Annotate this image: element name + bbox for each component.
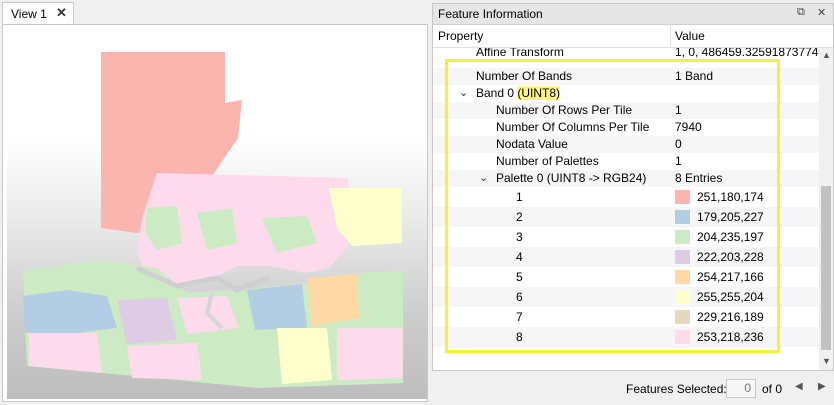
feature-information-panel: Feature Information ⧉ ✕ Property Value A… <box>432 3 834 371</box>
color-swatch <box>675 330 690 344</box>
scroll-up-icon[interactable]: ▲ <box>822 50 831 60</box>
palette-entry-rgb: 179,205,227 <box>697 210 764 224</box>
vertical-scrollbar[interactable]: ▲ ▼ <box>819 48 833 370</box>
property-label: Number Of Rows Per Tile <box>496 103 633 117</box>
color-swatch <box>675 230 690 244</box>
column-value[interactable]: Value <box>675 29 705 43</box>
float-icon[interactable]: ⧉ <box>797 6 805 19</box>
close-icon[interactable]: ✕ <box>817 6 826 19</box>
chevron-down-icon[interactable]: ⌄ <box>479 171 488 184</box>
property-value: 1 <box>675 103 682 117</box>
column-header: Property Value <box>433 25 833 48</box>
view-tabbar: View 1 ✕ <box>0 0 428 26</box>
palette-entry-index: 7 <box>516 310 523 324</box>
panel-titlebar: Feature Information ⧉ ✕ <box>433 4 833 25</box>
color-swatch <box>675 250 690 264</box>
color-swatch <box>675 290 690 304</box>
palette-entry-index: 8 <box>516 330 523 344</box>
next-icon[interactable]: ▶ <box>818 381 826 392</box>
palette-entry-index: 2 <box>516 210 523 224</box>
property-value: 1 Band <box>675 69 714 83</box>
palette-entry-row[interactable]: 2 179,205,227 <box>433 207 819 227</box>
color-swatch <box>675 210 690 224</box>
close-icon[interactable]: ✕ <box>56 5 67 21</box>
property-tree[interactable]: Affine Transform 1, 0, 486459.3259187377… <box>433 48 819 370</box>
palette-entry-row[interactable]: 6 255,255,204 <box>433 287 819 307</box>
map-view[interactable] <box>2 24 428 402</box>
column-property[interactable]: Property <box>438 29 483 43</box>
property-label: Number Of Bands <box>476 69 573 83</box>
color-swatch <box>675 190 690 204</box>
band-type-highlight: (UINT8) <box>517 86 561 100</box>
palette-entry-row[interactable]: 1 251,180,174 <box>433 187 819 207</box>
scroll-thumb[interactable] <box>821 186 831 350</box>
palette-entry-rgb: 204,235,197 <box>697 230 764 244</box>
row-palette-0[interactable]: ⌄ Palette 0 (UINT8 -> RGB24) 8 Entries <box>433 170 819 187</box>
scroll-down-icon[interactable]: ▼ <box>822 356 831 366</box>
property-value: 1, 0, 486459.32591873774, 0 <box>675 48 819 59</box>
tab-view-1[interactable]: View 1 ✕ <box>2 2 74 24</box>
row-number-of-bands[interactable]: Number Of Bands 1 Band <box>433 68 819 85</box>
property-label: Number Of Columns Per Tile <box>496 120 650 134</box>
map-canvas[interactable] <box>7 28 427 399</box>
features-total-label: of 0 <box>762 382 783 396</box>
band-label: Band 0 <box>476 86 515 100</box>
palette-entry-row[interactable]: 3 204,235,197 <box>433 227 819 247</box>
property-label: Band 0 (UINT8) <box>476 86 561 100</box>
palette-entry-rgb: 255,255,204 <box>697 290 764 304</box>
property-label: Nodata Value <box>496 137 568 151</box>
color-swatch <box>675 270 690 284</box>
property-value: 0 <box>675 137 682 151</box>
palette-entry-index: 6 <box>516 290 523 304</box>
column-separator[interactable] <box>670 25 671 47</box>
row-rows-per-tile[interactable]: Number Of Rows Per Tile 1 <box>433 102 819 119</box>
palette-entry-rgb: 254,217,166 <box>697 270 764 284</box>
palette-entry-rgb: 229,216,189 <box>697 310 764 324</box>
property-label: Affine Transform <box>476 48 564 59</box>
palette-entry-index: 5 <box>516 270 523 284</box>
palette-entry-index: 1 <box>516 190 523 204</box>
row-band-0[interactable]: ⌄ Band 0 (UINT8) <box>433 85 819 102</box>
palette-entry-rgb: 253,218,236 <box>697 330 764 344</box>
property-value: 8 Entries <box>675 171 723 185</box>
row-columns-per-tile[interactable]: Number Of Columns Per Tile 7940 <box>433 119 819 136</box>
row-nodata-value[interactable]: Nodata Value 0 <box>433 136 819 153</box>
palette-entry-index: 4 <box>516 250 523 264</box>
palette-entry-index: 3 <box>516 230 523 244</box>
palette-entry-row[interactable]: 7 229,216,189 <box>433 307 819 327</box>
panel-title: Feature Information <box>438 7 543 21</box>
palette-entry-rgb: 222,203,228 <box>697 250 764 264</box>
row-number-of-palettes[interactable]: Number of Palettes 1 <box>433 153 819 170</box>
palette-entry-row[interactable]: 4 222,203,228 <box>433 247 819 267</box>
features-selected-label: Features Selected: <box>626 382 727 396</box>
color-swatch <box>675 310 690 324</box>
palette-entry-row[interactable]: 8 253,218,236 <box>433 327 819 347</box>
row-affine-transform[interactable]: Affine Transform 1, 0, 486459.3259187377… <box>433 48 819 61</box>
palette-entry-row[interactable]: 5 254,217,166 <box>433 267 819 287</box>
previous-icon[interactable]: ◀ <box>795 381 803 392</box>
property-value: 7940 <box>675 120 702 134</box>
tab-view-1-label: View 1 <box>11 7 47 21</box>
property-label: Palette 0 (UINT8 -> RGB24) <box>496 171 647 185</box>
features-selected-input[interactable]: 0 <box>726 379 756 398</box>
palette-entry-rgb: 251,180,174 <box>697 190 764 204</box>
raster-map <box>23 52 403 388</box>
chevron-down-icon[interactable]: ⌄ <box>459 86 468 99</box>
property-label: Number of Palettes <box>496 154 599 168</box>
property-value: 1 <box>675 154 682 168</box>
